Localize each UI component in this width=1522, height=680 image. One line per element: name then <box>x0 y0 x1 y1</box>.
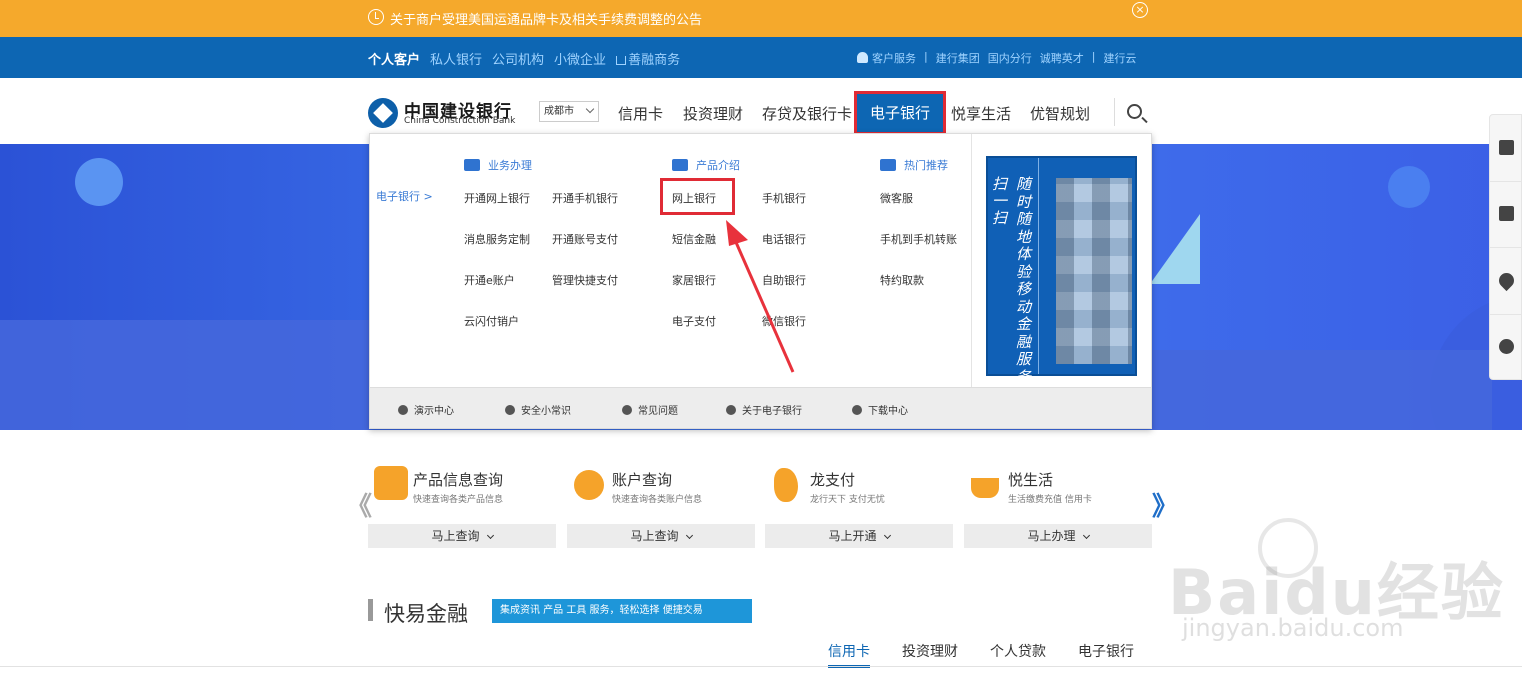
chevron-down-icon <box>1082 531 1090 540</box>
tab-investment[interactable]: 投资理财 <box>902 641 958 661</box>
arrow-shaft <box>733 239 795 373</box>
help-icon[interactable] <box>1499 339 1514 354</box>
service-button[interactable]: 马上查询 <box>368 524 556 548</box>
contact-card-icon[interactable] <box>1499 140 1514 155</box>
location-pin-icon[interactable] <box>1495 269 1518 292</box>
section-marker <box>368 599 373 621</box>
tab-e-banking[interactable]: 电子银行 <box>1078 641 1134 661</box>
chevron-down-icon <box>486 531 494 540</box>
right-sidebar <box>1489 114 1522 380</box>
divider <box>1490 247 1522 248</box>
watermark-url: jingyan.baidu.com <box>1182 614 1404 642</box>
next-arrow-icon[interactable]: 》 <box>1152 486 1178 523</box>
gift-icon[interactable] <box>1499 206 1514 221</box>
tab-personal-loan[interactable]: 个人贷款 <box>990 641 1046 661</box>
service-desc: 快速查询各类产品信息 <box>413 495 504 505</box>
divider <box>1490 181 1522 182</box>
search-doc-icon <box>374 466 408 500</box>
tab-credit-card[interactable]: 信用卡 <box>828 641 870 668</box>
divider <box>1490 314 1522 315</box>
section-tagline: 集成资讯 产品 工具 服务，轻松选择 便捷交易 <box>492 599 752 623</box>
service-desc: 快速查询各类账户信息 <box>612 495 703 505</box>
service-button[interactable]: 马上开通 <box>765 524 953 548</box>
divider <box>0 666 1522 667</box>
service-button[interactable]: 马上办理 <box>964 524 1152 548</box>
coffee-cup-icon <box>971 478 999 498</box>
service-title[interactable]: 产品信息查询 <box>413 469 503 490</box>
dragon-pay-icon <box>774 468 798 502</box>
service-desc: 生活缴费充值 信用卡 <box>1008 495 1092 505</box>
yuan-coin-icon <box>574 470 604 500</box>
service-desc: 龙行天下 支付无忧 <box>810 495 885 505</box>
arrow-head <box>726 220 748 246</box>
section-title: 快易金融 <box>384 602 468 626</box>
service-title[interactable]: 账户查询 <box>612 469 672 490</box>
chevron-down-icon <box>883 531 891 540</box>
service-title[interactable]: 悦生活 <box>1008 469 1053 490</box>
chevron-down-icon <box>685 531 693 540</box>
service-button[interactable]: 马上查询 <box>567 524 755 548</box>
prev-arrow-icon[interactable]: 《 <box>346 486 372 523</box>
service-title[interactable]: 龙支付 <box>810 469 855 490</box>
